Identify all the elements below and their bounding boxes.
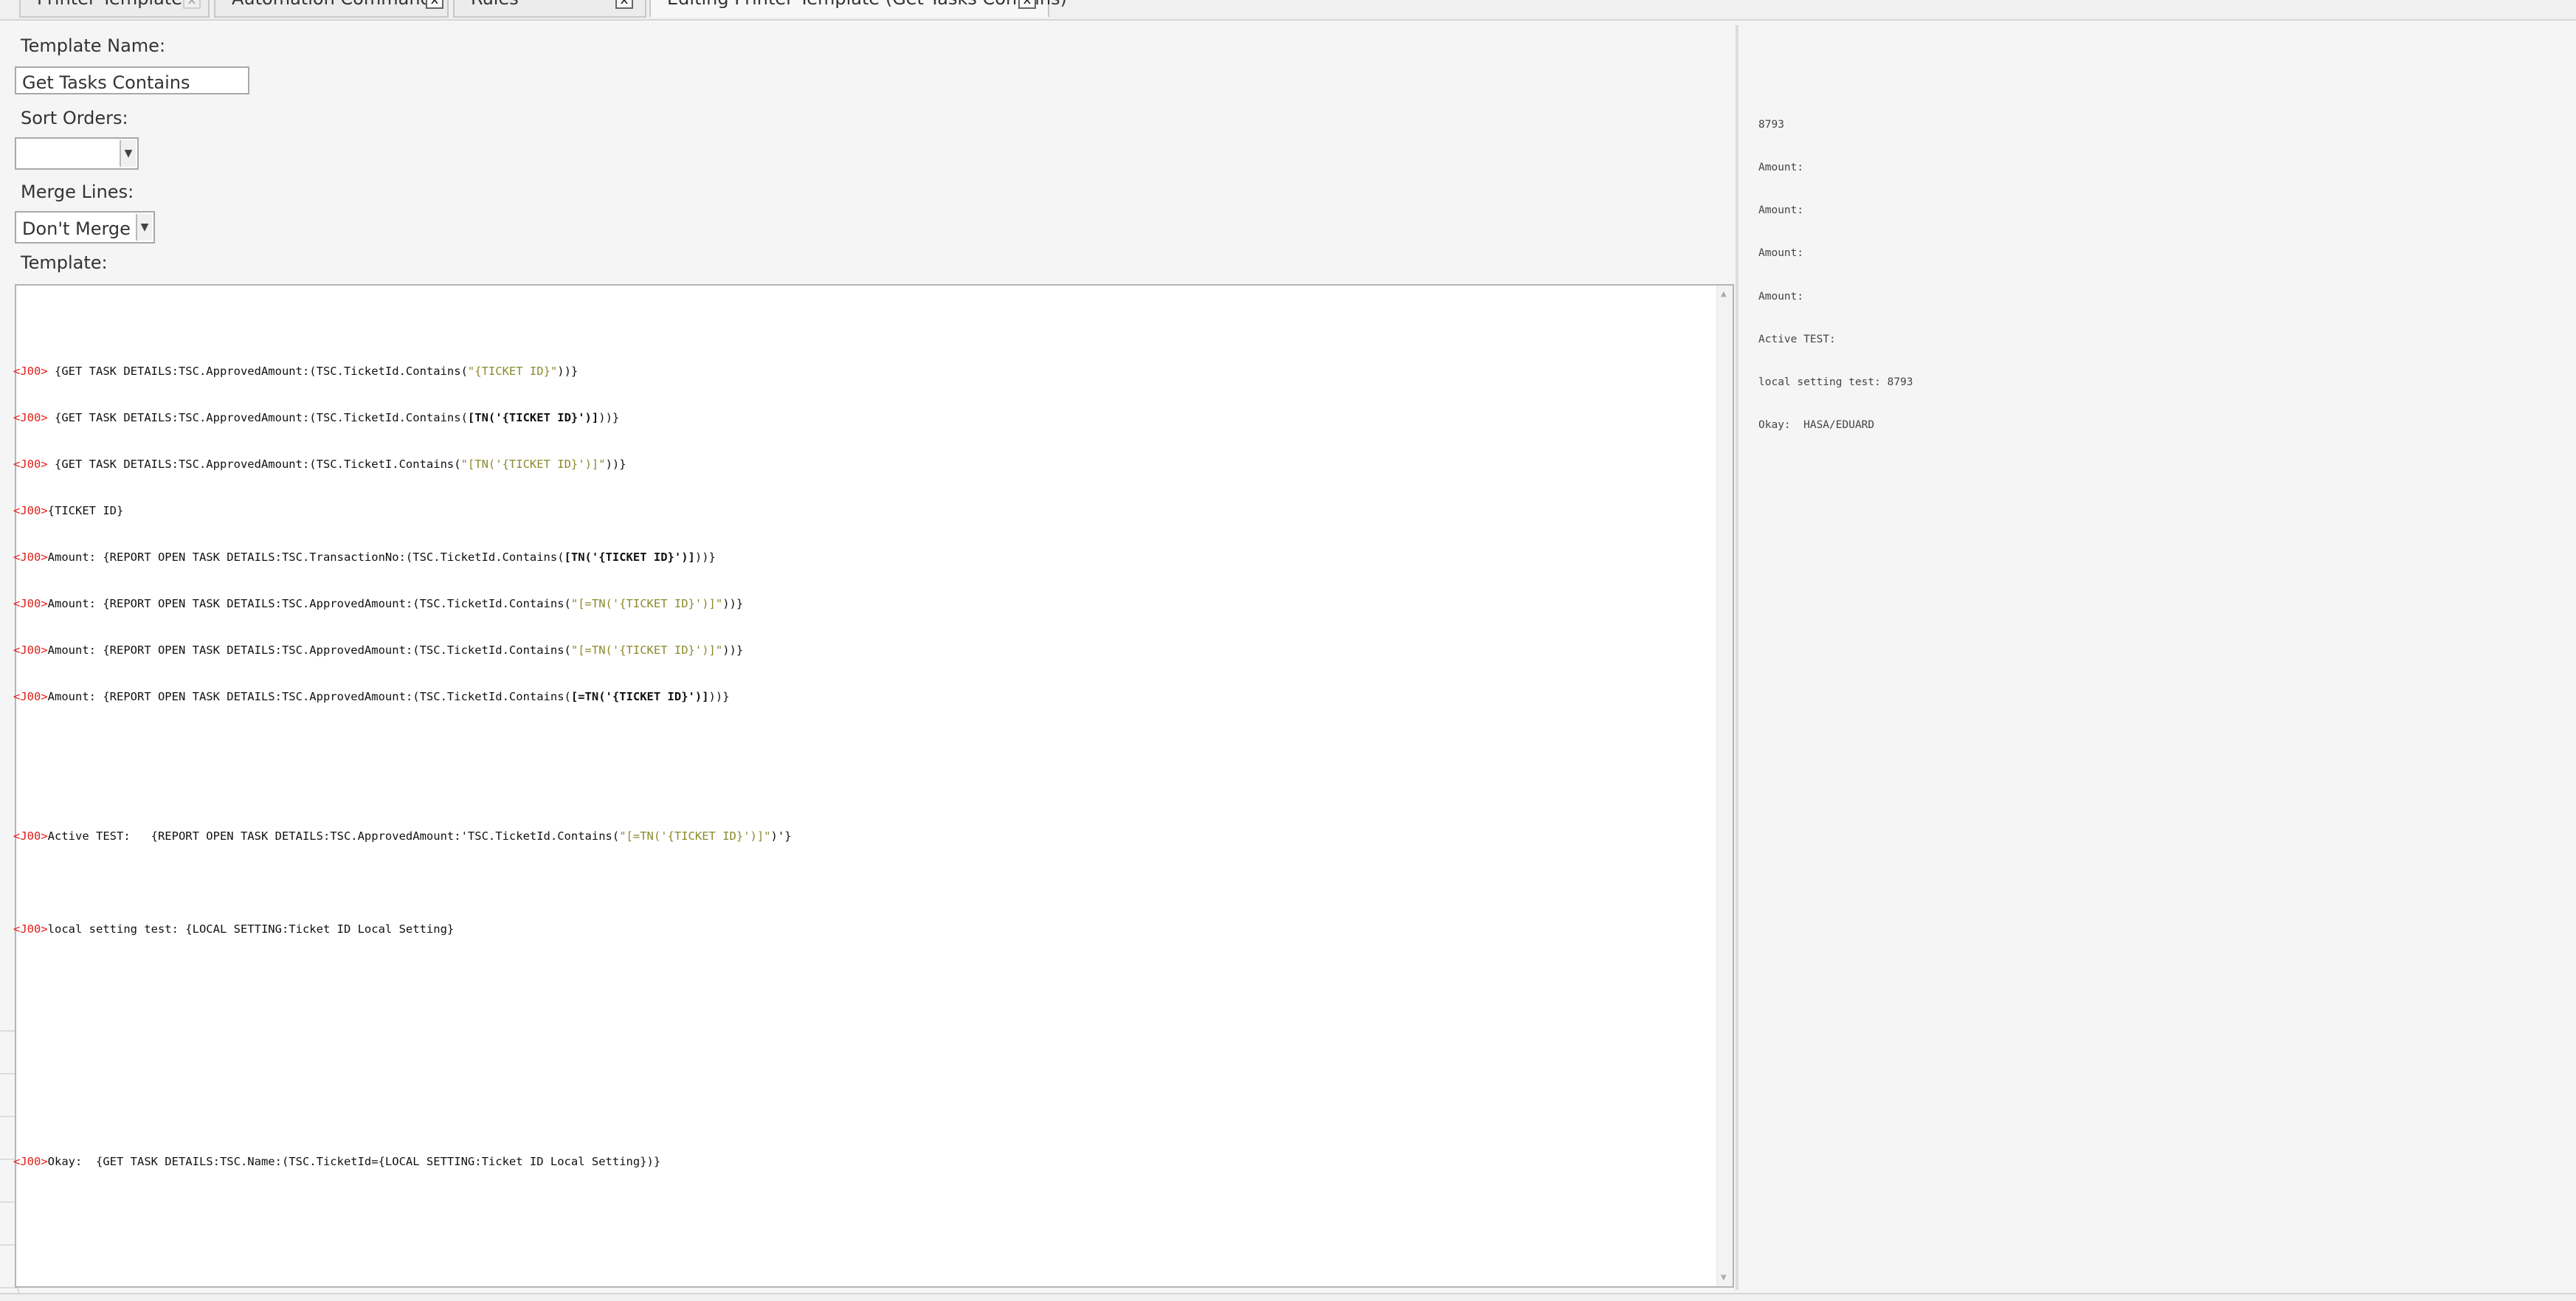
- preview-line: Amount:: [1758, 204, 1804, 217]
- code-line: <J00> {GET TASK DETAILS:TSC.ApprovedAmou…: [13, 365, 579, 378]
- template-code: <J00> {GET TASK DETAILS:TSC.ApprovedAmou…: [13, 333, 792, 1185]
- tab-rules[interactable]: Rules x: [453, 0, 646, 18]
- panel-splitter[interactable]: [1736, 25, 1738, 1290]
- chevron-down-icon[interactable]: ▼: [136, 214, 152, 241]
- code-line: <J00> {GET TASK DETAILS:TSC.ApprovedAmou…: [13, 458, 626, 471]
- template-name-input[interactable]: Get Tasks Contains: [15, 66, 249, 94]
- code-line: <J00>Amount: {REPORT OPEN TASK DETAILS:T…: [13, 597, 744, 610]
- tab-label: Printer Templates: [37, 0, 191, 9]
- vertical-scrollbar[interactable]: ▲ ▼: [1716, 286, 1733, 1286]
- code-line: <J00> {GET TASK DETAILS:TSC.ApprovedAmou…: [13, 411, 620, 424]
- tab-label: Editing Printer Template (Get Tasks Cont…: [667, 0, 1067, 9]
- template-preview: 8793 Amount: Amount: Amount: Amount: Act…: [1758, 89, 1913, 447]
- preview-line: Active TEST:: [1758, 333, 1836, 345]
- sort-orders-select[interactable]: ▼: [15, 137, 139, 170]
- tab-label: Rules: [471, 0, 519, 9]
- preview-line: 8793: [1758, 118, 1784, 131]
- preview-line: Okay: HASA/EDUARD: [1758, 419, 1875, 432]
- merge-lines-value: Don't Merge: [22, 218, 131, 239]
- close-icon[interactable]: x: [1018, 0, 1036, 9]
- merge-lines-label: Merge Lines:: [21, 182, 134, 202]
- chevron-down-icon[interactable]: ▼: [120, 140, 136, 167]
- code-line: <J00>Amount: {REPORT OPEN TASK DETAILS:T…: [13, 551, 716, 564]
- tab-automation-commands[interactable]: Automation Commands x: [214, 0, 449, 18]
- tab-strip: Printer Templates x Automation Commands …: [0, 0, 2576, 21]
- code-line: <J00>Amount: {REPORT OPEN TASK DETAILS:T…: [13, 643, 744, 657]
- tab-printer-templates[interactable]: Printer Templates x: [19, 0, 210, 18]
- sort-orders-label: Sort Orders:: [21, 108, 128, 128]
- preview-line: Amount:: [1758, 290, 1804, 303]
- status-bar: [0, 1293, 2576, 1301]
- template-label: Template:: [21, 252, 108, 273]
- close-icon[interactable]: x: [183, 0, 201, 9]
- preview-line: Amount:: [1758, 247, 1804, 260]
- preview-line: Amount:: [1758, 162, 1804, 174]
- code-line: <J00>Okay: {GET TASK DETAILS:TSC.Name:(T…: [13, 1155, 661, 1168]
- scroll-down-icon[interactable]: ▼: [1721, 1274, 1727, 1282]
- close-icon[interactable]: x: [615, 0, 633, 9]
- close-icon[interactable]: x: [426, 0, 443, 9]
- code-line: <J00>Amount: {REPORT OPEN TASK DETAILS:T…: [13, 690, 730, 703]
- code-line: <J00>Active TEST: {REPORT OPEN TASK DETA…: [13, 829, 792, 843]
- template-name-label: Template Name:: [21, 35, 166, 56]
- scroll-up-icon[interactable]: ▲: [1721, 290, 1727, 298]
- preview-line: local setting test: 8793: [1758, 376, 1913, 389]
- code-line: <J00>local setting test: {LOCAL SETTING:…: [13, 922, 455, 936]
- tab-editing-printer-template[interactable]: Editing Printer Template (Get Tasks Cont…: [649, 0, 1067, 18]
- tab-label: Automation Commands: [232, 0, 441, 9]
- merge-lines-select[interactable]: Don't Merge ▼: [15, 211, 155, 244]
- code-line: <J00>{TICKET ID}: [13, 504, 124, 517]
